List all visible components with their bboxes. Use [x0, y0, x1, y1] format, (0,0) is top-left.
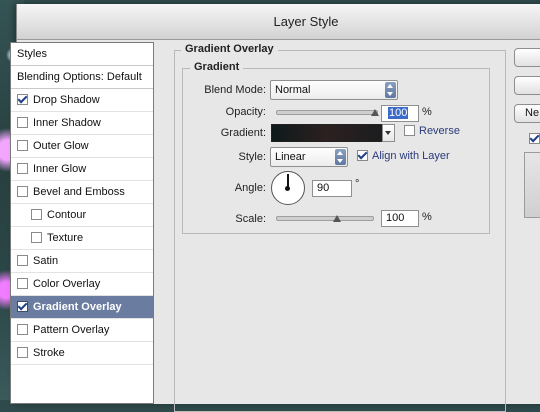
styles-list: Styles Blending Options: Default Drop Sh…	[10, 42, 154, 404]
scale-unit: %	[422, 211, 432, 223]
select-spinner-icon	[385, 82, 396, 98]
opacity-slider-thumb[interactable]	[371, 109, 379, 116]
reverse-checkbox[interactable]	[404, 124, 415, 136]
style-item-bevel-emboss[interactable]: Bevel and Emboss	[11, 181, 153, 204]
style-item-stroke[interactable]: Stroke	[11, 342, 153, 365]
blend-mode-label: Blend Mode:	[204, 84, 266, 96]
style-item-contour[interactable]: Contour	[11, 204, 153, 227]
ok-button[interactable]	[514, 48, 540, 67]
checkbox-icon[interactable]	[17, 346, 28, 358]
align-with-layer-checkbox[interactable]	[357, 149, 368, 161]
angle-dial-icon[interactable]	[271, 171, 305, 205]
checkbox-icon[interactable]	[31, 231, 42, 243]
opacity-field[interactable]: 100	[381, 105, 419, 122]
checkbox-icon[interactable]	[17, 254, 28, 266]
angle-label: Angle:	[234, 182, 266, 194]
opacity-label: Opacity:	[225, 106, 266, 118]
style-item-gradient-overlay[interactable]: Gradient Overlay	[11, 296, 153, 319]
style-item-satin[interactable]: Satin	[11, 250, 153, 273]
style-item-color-overlay[interactable]: Color Overlay	[11, 273, 153, 296]
opacity-slider[interactable]	[276, 109, 379, 116]
style-select[interactable]: Linear	[270, 147, 348, 167]
style-item-texture[interactable]: Texture	[11, 227, 153, 250]
scale-slider[interactable]	[276, 215, 374, 222]
gradient-dropdown-arrow-icon[interactable]	[382, 124, 395, 142]
preview-area	[524, 133, 540, 218]
checkbox-icon[interactable]	[17, 300, 28, 312]
style-item-inner-shadow[interactable]: Inner Shadow	[11, 112, 153, 135]
style-label: Style:	[238, 151, 266, 163]
gradient-swatch[interactable]	[271, 124, 383, 142]
checkbox-icon[interactable]	[31, 208, 42, 220]
style-item-outer-glow[interactable]: Outer Glow	[11, 135, 153, 158]
checkbox-icon[interactable]	[17, 139, 28, 151]
checkbox-icon[interactable]	[17, 323, 28, 335]
gradient-title: Gradient	[190, 61, 244, 73]
new-style-button[interactable]: Ne	[514, 104, 540, 123]
scale-label: Scale:	[235, 213, 266, 225]
gradient-overlay-title: Gradient Overlay	[181, 43, 278, 55]
reverse-option[interactable]: Reverse	[404, 124, 460, 137]
angle-field[interactable]: 90	[312, 180, 352, 197]
align-with-layer-option[interactable]: Align with Layer	[357, 149, 450, 162]
styles-header[interactable]: Styles	[11, 43, 153, 66]
blending-options-item[interactable]: Blending Options: Default	[11, 66, 153, 89]
select-spinner-icon	[335, 149, 346, 165]
opacity-unit: %	[422, 106, 432, 118]
blend-mode-select[interactable]: Normal	[270, 80, 398, 100]
style-item-inner-glow[interactable]: Inner Glow	[11, 158, 153, 181]
scale-field[interactable]: 100	[381, 210, 419, 227]
style-item-drop-shadow[interactable]: Drop Shadow	[11, 89, 153, 112]
checkbox-icon[interactable]	[17, 116, 28, 128]
checkbox-icon[interactable]	[17, 277, 28, 289]
scale-slider-thumb[interactable]	[333, 215, 341, 222]
gradient-label: Gradient:	[220, 127, 266, 139]
preview-checkbox[interactable]	[529, 133, 540, 144]
checkbox-icon[interactable]	[17, 93, 28, 105]
style-item-pattern-overlay[interactable]: Pattern Overlay	[11, 319, 153, 342]
checkbox-icon[interactable]	[17, 162, 28, 174]
dialog-titlebar: Layer Style	[17, 4, 540, 40]
dialog-title: Layer Style	[273, 14, 339, 29]
cancel-button[interactable]	[514, 76, 540, 95]
checkbox-icon[interactable]	[17, 185, 28, 197]
angle-unit: °	[355, 178, 360, 190]
